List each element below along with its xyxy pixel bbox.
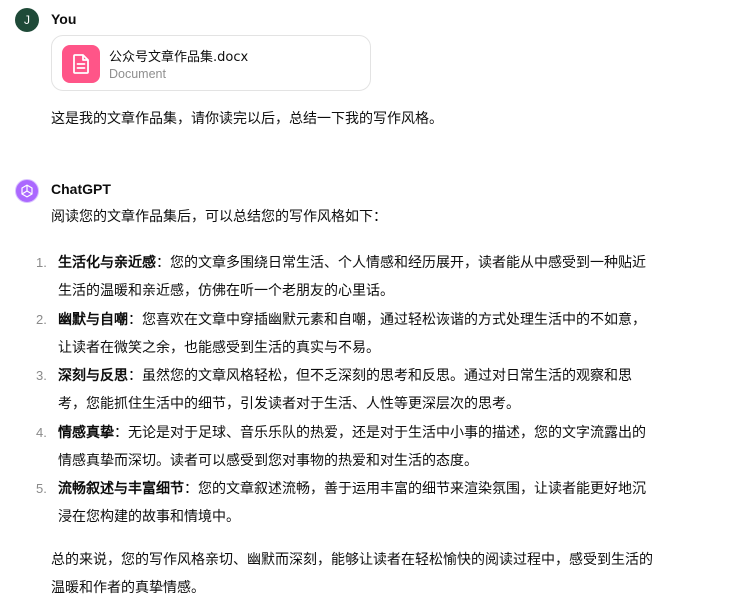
list-item-text: 浸在您构建的故事和情境中。 [58, 509, 240, 525]
assistant-author-label: ChatGPT [51, 181, 111, 197]
list-item-title: 生活化与亲近感 [58, 255, 156, 271]
list-item-number: 3. [36, 368, 47, 383]
user-avatar-initial: J [24, 13, 30, 27]
list-item-number: 1. [36, 255, 47, 270]
openai-logo-icon [15, 179, 39, 203]
list-item-title: 深刻与反思 [58, 368, 128, 384]
summary-line: 温暖和作者的真挚情感。 [51, 580, 205, 596]
list-item-number: 5. [36, 481, 47, 496]
attachment-card[interactable]: 公众号文章作品集.docx Document [51, 35, 371, 91]
list-item-text: ：虽然您的文章风格轻松，但不乏深刻的思考和反思。通过对日常生活的观察和思 [128, 368, 632, 384]
list-item-number: 2. [36, 312, 47, 327]
summary-line: 总的来说，您的写作风格亲切、幽默而深刻，能够让读者在轻松愉快的阅读过程中，感受到… [51, 552, 653, 568]
list-item-title: 幽默与自嘲 [58, 312, 128, 328]
user-message-text: 这是我的文章作品集，请你读完以后，总结一下我的写作风格。 [51, 111, 443, 127]
user-author-label: You [51, 11, 77, 27]
list-item-number: 4. [36, 425, 47, 440]
list-item-text: 考，您能抓住生活中的细节，引发读者对于生活、人性等更深层次的思考。 [58, 396, 520, 412]
list-item-text: 生活的温暖和亲近感，仿佛在听一个老朋友的心里话。 [58, 283, 394, 299]
list-item-text: ：您的文章多围绕日常生活、个人情感和经历展开，读者能从中感受到一种贴近 [156, 255, 646, 271]
assistant-intro-text: 阅读您的文章作品集后，可以总结您的写作风格如下： [51, 209, 387, 225]
document-icon [62, 45, 100, 83]
attachment-file-type: Document [109, 67, 166, 81]
assistant-summary-text: 总的来说，您的写作风格亲切、幽默而深刻，能够让读者在轻松愉快的阅读过程中，感受到… [51, 546, 751, 602]
list-item-title: 流畅叙述与丰富细节 [58, 481, 184, 497]
list-item-title: 情感真挚 [58, 425, 114, 441]
list-item-text: 情感真挚而深切。读者可以感受到您对事物的热爱和对生活的态度。 [58, 453, 478, 469]
list-item-text: ：您的文章叙述流畅，善于运用丰富的细节来渲染氛围，让读者能更好地沉 [184, 481, 646, 497]
attachment-file-name: 公众号文章作品集.docx [109, 50, 249, 65]
list-item-text: ：您喜欢在文章中穿插幽默元素和自嘲，通过轻松诙谐的方式处理生活中的不如意， [128, 312, 646, 328]
list-item-text: ：无论是对于足球、音乐乐队的热爱，还是对于生活中小事的描述，您的文字流露出的 [114, 425, 646, 441]
user-avatar: J [15, 8, 39, 32]
list-item-text: 让读者在微笑之余，也能感受到生活的真实与不易。 [58, 340, 380, 356]
